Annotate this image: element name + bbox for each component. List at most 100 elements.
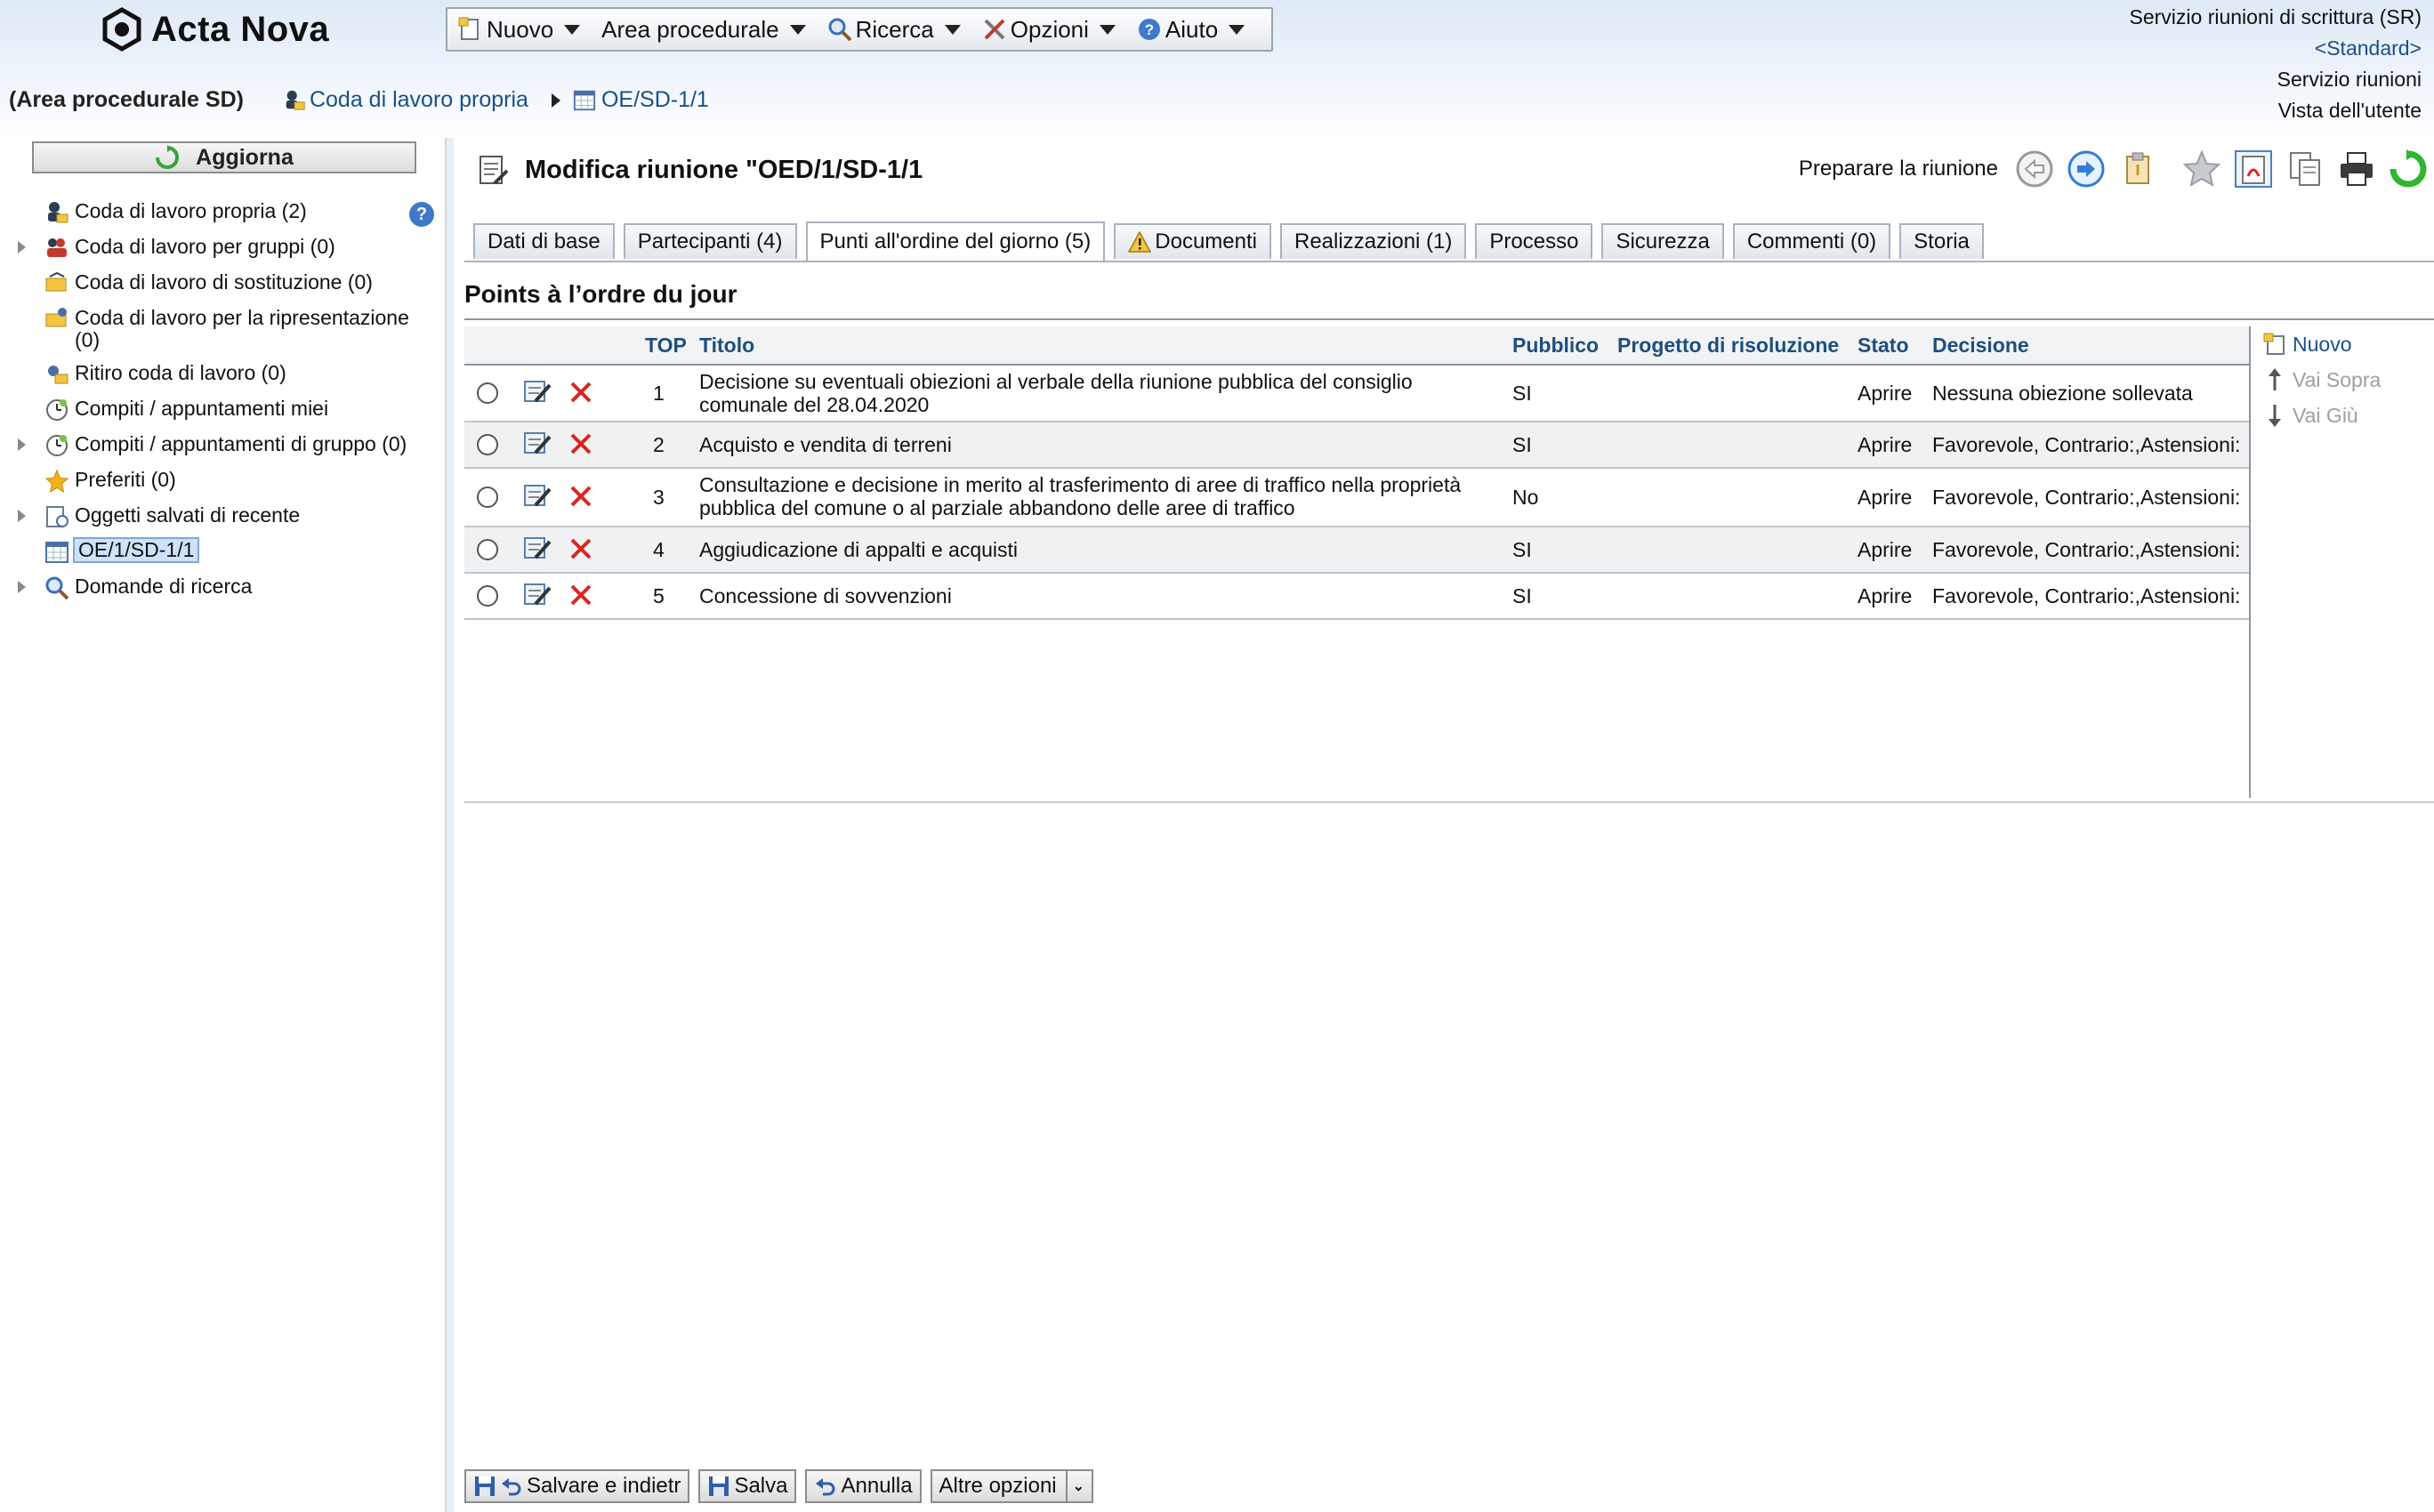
- recent-objects-icon: [46, 506, 69, 527]
- move-down-label: Vai Giù: [2293, 403, 2358, 427]
- menu-nuovo-label: Nuovo: [487, 15, 554, 43]
- row-select-radio[interactable]: [477, 382, 498, 404]
- menu-opzioni[interactable]: Opzioni: [971, 9, 1126, 50]
- breadcrumb-item-meeting[interactable]: OE/SD-1/1: [573, 87, 709, 113]
- refresh-button[interactable]: Aggiorna: [32, 141, 416, 173]
- form-actions: Salvare e indietr Salva Annulla Altre op…: [464, 1469, 1102, 1503]
- sidebar-item-label: OE/1/SD-1/1: [73, 537, 200, 563]
- new-document-icon: [458, 17, 479, 40]
- refresh-icon: [156, 145, 180, 169]
- refresh-page-button[interactable]: [2388, 149, 2429, 189]
- delete-icon[interactable]: [569, 432, 592, 455]
- breadcrumb-item-label: OE/SD-1/1: [600, 87, 709, 112]
- tab-dati-di-base[interactable]: Dati di base: [473, 223, 615, 259]
- row-select-radio[interactable]: [477, 539, 498, 560]
- prepare-meeting-label: Preparare la riunione: [1798, 157, 1998, 181]
- tab-sicurezza[interactable]: Sicurezza: [1601, 223, 1724, 259]
- column-header-public[interactable]: Pubblico: [1512, 334, 1599, 358]
- row-title: Acquisto e vendita di terreni: [699, 433, 952, 456]
- menu-nuovo[interactable]: Nuovo: [447, 9, 591, 50]
- copy-button[interactable]: [2285, 149, 2325, 189]
- row-top: 5: [653, 584, 665, 607]
- tab-label: Processo: [1489, 229, 1579, 253]
- menu-area-label: Area procedurale: [601, 15, 779, 43]
- column-header-draft[interactable]: Progetto di risoluzione: [1617, 334, 1839, 358]
- cancel-button[interactable]: Annulla: [805, 1469, 922, 1503]
- tab-punti-ordine-del-giorno[interactable]: Punti all'ordine del giorno (5): [805, 221, 1106, 261]
- section-divider: [464, 318, 2434, 320]
- sidebar-splitter[interactable]: [445, 138, 454, 1512]
- menu-opzioni-label: Opzioni: [1010, 15, 1089, 43]
- column-header-decision[interactable]: Decisione: [1932, 334, 2029, 358]
- tab-bar: Dati di base Partecipanti (4) Punti all'…: [473, 221, 1993, 261]
- sidebar-item-label: Coda di lavoro propria (2): [75, 199, 307, 222]
- refresh-icon: [2390, 149, 2427, 188]
- new-row-label: Nuovo: [2293, 332, 2352, 356]
- tab-label: Punti all'ordine del giorno (5): [819, 229, 1092, 253]
- tab-processo[interactable]: Processo: [1475, 223, 1593, 259]
- tab-documenti[interactable]: Documenti: [1114, 223, 1271, 259]
- menu-area-procedurale[interactable]: Area procedurale: [591, 9, 816, 50]
- table-row[interactable]: 1 Decisione su eventuali obiezioni al ve…: [464, 366, 2249, 422]
- delete-icon[interactable]: [569, 485, 592, 508]
- move-up-button[interactable]: Vai Sopra: [2262, 367, 2381, 392]
- column-header-title[interactable]: Titolo: [699, 334, 754, 358]
- acta-nova-logo-icon: [102, 7, 141, 52]
- expand-arrow-icon[interactable]: [18, 438, 26, 451]
- arrow-left-circle-icon: [2016, 150, 2053, 188]
- table-row[interactable]: 2 Acquisto e vendita di terreni SI Aprir…: [464, 422, 2249, 469]
- tab-partecipanti[interactable]: Partecipanti (4): [623, 223, 797, 259]
- edit-icon[interactable]: [523, 378, 552, 405]
- double-chevron-down-icon[interactable]: ⌄: [1065, 1471, 1084, 1501]
- row-decision: Favorevole, Contrario:,Astensioni:: [1932, 584, 2241, 607]
- edit-icon[interactable]: [523, 430, 552, 456]
- menu-ricerca[interactable]: Ricerca: [817, 9, 971, 50]
- row-title: Decisione su eventuali obiezioni al verb…: [699, 370, 1413, 416]
- row-public: SI: [1512, 538, 1532, 561]
- user-view: Vista dell'utente: [2277, 99, 2422, 122]
- delete-icon[interactable]: [569, 583, 592, 607]
- withdrawal-queue-icon: [48, 366, 69, 384]
- favorite-button[interactable]: [2181, 149, 2222, 189]
- chevron-down-icon: [564, 24, 581, 35]
- tab-commenti[interactable]: Commenti (0): [1732, 223, 1891, 259]
- expand-arrow-icon[interactable]: [18, 510, 26, 522]
- expand-arrow-icon[interactable]: [18, 241, 26, 253]
- main-menubar: Nuovo Area procedurale Ricerca Opzioni ?…: [446, 7, 1273, 52]
- breadcrumb-item-own-queue[interactable]: Coda di lavoro propria: [283, 87, 528, 113]
- print-button[interactable]: [2336, 149, 2377, 189]
- row-select-radio[interactable]: [477, 434, 498, 455]
- tab-realizzazioni[interactable]: Realizzazioni (1): [1279, 223, 1467, 259]
- previous-button[interactable]: [2014, 149, 2055, 189]
- save-button[interactable]: Salva: [698, 1469, 797, 1503]
- clipboard-button[interactable]: [2117, 149, 2158, 189]
- menu-aiuto[interactable]: ? Aiuto: [1126, 9, 1255, 50]
- expand-arrow-icon[interactable]: [18, 581, 26, 593]
- table-row[interactable]: 3 Consultazione e decisione in merito al…: [464, 469, 2249, 527]
- page-title: Modifica riunione "OED/1/SD-1/1: [525, 156, 923, 184]
- tab-storia[interactable]: Storia: [1899, 223, 1984, 259]
- edit-icon[interactable]: [523, 581, 552, 607]
- table-row[interactable]: 4 Aggiudicazione di appalti e acquisti S…: [464, 527, 2249, 574]
- column-header-state[interactable]: Stato: [1858, 334, 1909, 358]
- more-options-button[interactable]: Altre opzioni ⌄: [930, 1469, 1094, 1503]
- new-row-button[interactable]: Nuovo: [2262, 332, 2351, 357]
- delete-icon[interactable]: [569, 537, 592, 560]
- user-profile-link[interactable]: <Standard>: [2130, 33, 2422, 64]
- save-and-back-button[interactable]: Salvare e indietr: [464, 1469, 690, 1503]
- edit-icon[interactable]: [523, 482, 552, 509]
- edit-icon[interactable]: [523, 535, 552, 561]
- pdf-export-button[interactable]: [2233, 149, 2274, 189]
- clock-icon: [46, 399, 68, 421]
- app-logo[interactable]: Acta Nova: [100, 7, 329, 52]
- delete-icon[interactable]: [569, 381, 592, 404]
- row-top: 1: [653, 382, 665, 405]
- row-select-radio[interactable]: [477, 585, 498, 607]
- table-row[interactable]: 5 Concessione di sovvenzioni SI Aprire F…: [464, 574, 2249, 620]
- tab-divider: [464, 261, 2434, 262]
- row-select-radio[interactable]: [477, 487, 498, 508]
- user-info: Servizio riunioni di scrittura (SR) <Sta…: [2130, 2, 2422, 126]
- next-button[interactable]: [2066, 149, 2107, 189]
- column-header-top[interactable]: TOP: [645, 334, 687, 358]
- move-down-button[interactable]: Vai Giù: [2262, 403, 2358, 428]
